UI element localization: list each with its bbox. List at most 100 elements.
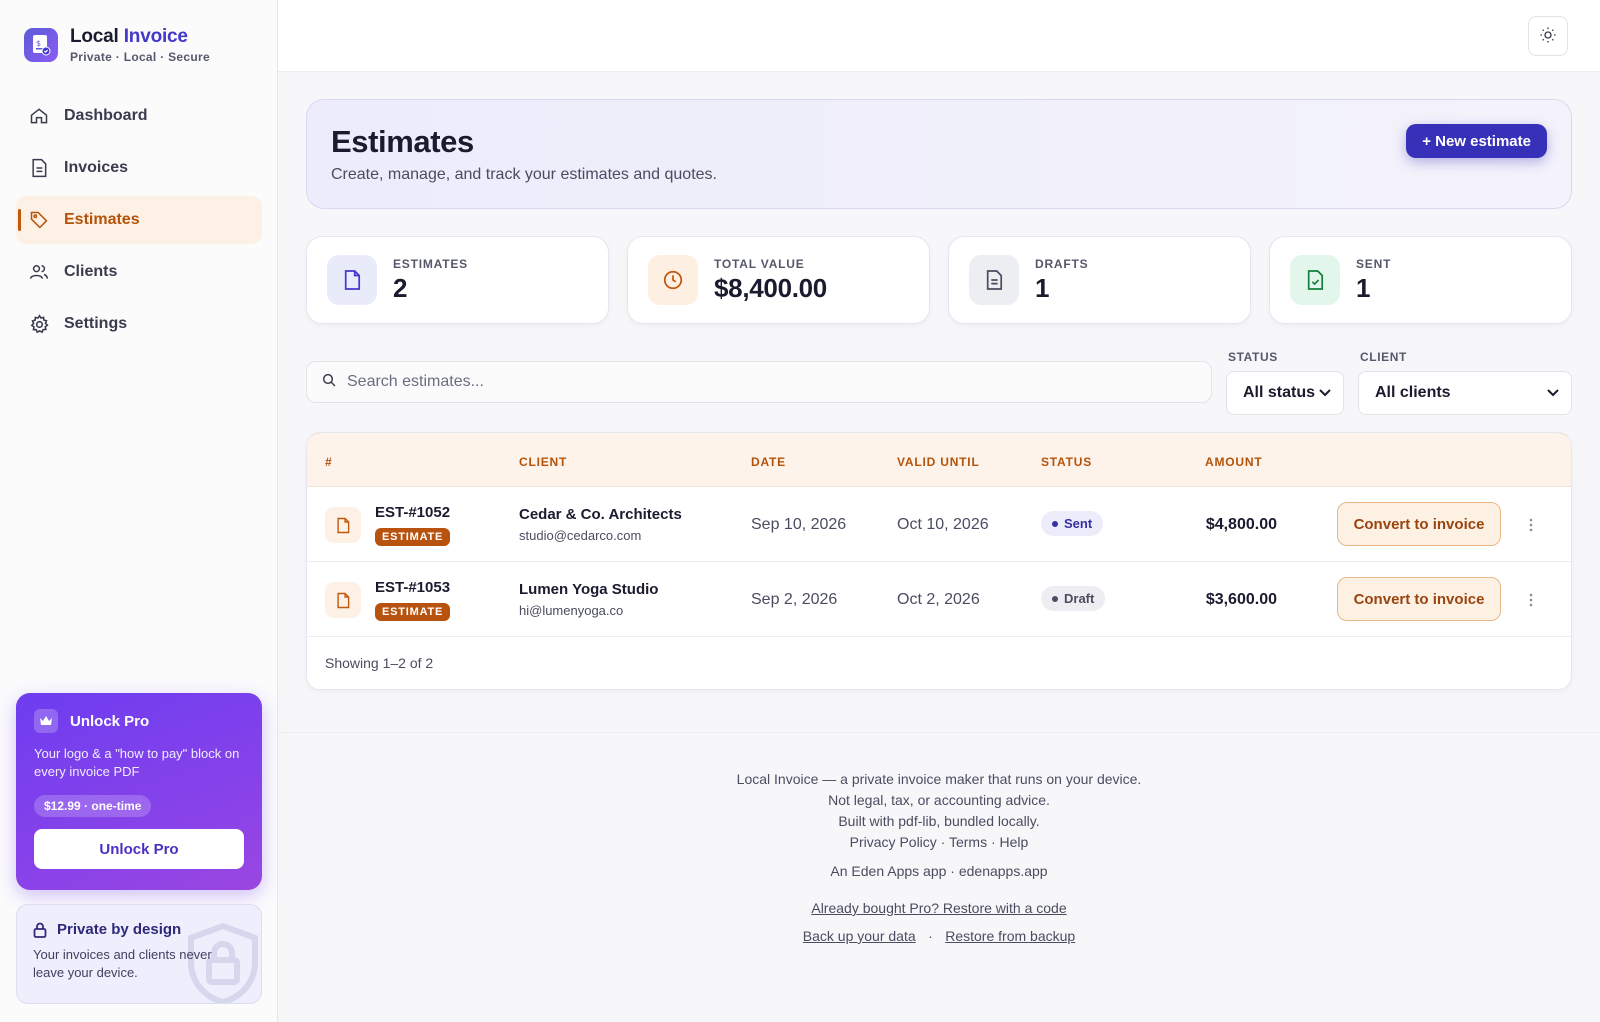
search-box [306,361,1212,403]
crown-icon [34,709,58,733]
restore-with-code-link[interactable]: Already bought Pro? Restore with a code [811,900,1066,916]
estimate-number[interactable]: EST-#1053 [375,579,450,596]
document-icon [327,255,377,305]
document-icon [325,582,361,618]
valid-until-date: Oct 10, 2026 [897,516,989,533]
status-select[interactable]: All status [1226,371,1344,415]
table-row[interactable]: EST-#1052 ESTIMATE Cedar & Co. Architect… [307,487,1571,562]
stat-card-estimates: ESTIMATES 2 [306,236,609,324]
main-nav: Dashboard Invoices Estimates Clients Set… [16,92,262,352]
client-name: Cedar & Co. Architects [519,506,682,523]
pagination-summary: Showing 1–2 of 2 [325,655,434,671]
footer-disclaimer: Not legal, tax, or accounting advice. [828,792,1050,808]
private-title: Private by design [57,921,182,938]
footer-built-with: Built with pdf-lib, bundled locally. [838,813,1040,829]
stat-card-sent: SENT 1 [1269,236,1572,324]
private-by-design-card: Private by design Your invoices and clie… [16,904,262,1004]
theme-toggle-button[interactable] [1528,16,1568,56]
page-header: Estimates Create, manage, and track your… [306,99,1572,209]
more-options-icon[interactable] [1521,586,1541,614]
nav-item-settings[interactable]: Settings [16,300,262,348]
column-header-client[interactable]: CLIENT [519,455,567,469]
clock-icon [648,255,698,305]
column-header-number: # [325,455,333,469]
private-description: Your invoices and clients never leave yo… [33,947,212,980]
convert-to-invoice-button[interactable]: Convert to invoice [1337,502,1501,546]
nav-item-label: Settings [64,315,128,332]
valid-until-date: Oct 2, 2026 [897,591,980,608]
sidebar: $ Local Invoice Private · Local · Secure… [0,0,278,1022]
unlock-pro-button[interactable]: Unlock Pro [34,829,244,869]
estimate-amount: $3,600.00 [1205,591,1277,608]
column-header-date[interactable]: DATE [751,455,786,469]
estimate-amount: $4,800.00 [1205,516,1277,533]
nav-item-dashboard[interactable]: Dashboard [16,92,262,140]
table-header: # CLIENT DATE VALID UNTIL STATUS AMOUNT [307,433,1571,487]
footer-legal-links[interactable]: Privacy Policy · Terms · Help [278,832,1600,853]
estimate-date: Sep 2, 2026 [751,591,838,608]
client-email: studio@cedarco.com [519,528,642,543]
restore-from-backup-link[interactable]: Restore from backup [945,928,1075,944]
status-select-value: All status [1243,384,1316,401]
footer-credit[interactable]: An Eden Apps app · edenapps.app [278,861,1600,882]
svg-text:$: $ [36,39,41,48]
page-title: Estimates [331,124,474,159]
document-check-icon [1290,255,1340,305]
brand-name: Local Invoice [70,26,188,47]
client-select-value: All clients [1375,384,1451,401]
document-icon [28,157,50,179]
estimate-type-badge: ESTIMATE [375,528,451,546]
nav-item-label: Invoices [64,159,129,176]
column-header-valid-until[interactable]: VALID UNTIL [897,455,980,469]
page-subtitle: Create, manage, and track your estimates… [331,166,717,183]
estimate-type-badge: ESTIMATE [375,603,451,621]
stat-value: $8,400.00 [714,272,827,303]
stat-value: 2 [393,272,408,303]
stat-value: 1 [1035,272,1050,303]
column-header-status[interactable]: STATUS [1041,455,1092,469]
chevron-down-icon [1319,384,1331,402]
stat-card-total-value: TOTAL VALUE $8,400.00 [627,236,930,324]
sun-icon [1539,26,1557,47]
chevron-down-icon [1547,384,1559,402]
app-logo-icon: $ [24,28,58,62]
client-name: Lumen Yoga Studio [519,581,659,598]
pro-description: Your logo & a "how to pay" block on ever… [34,746,240,779]
convert-to-invoice-button[interactable]: Convert to invoice [1337,577,1501,621]
nav-item-label: Dashboard [64,107,148,124]
nav-item-estimates[interactable]: Estimates [16,196,262,244]
new-estimate-button[interactable]: + New estimate [1406,124,1547,158]
footer-separator: · [928,928,933,944]
estimate-number[interactable]: EST-#1052 [375,504,450,521]
unlock-pro-card: Unlock Pro Your logo & a "how to pay" bl… [16,693,262,890]
lock-icon [33,922,47,938]
stat-label: SENT [1356,256,1392,271]
stats-row: ESTIMATES 2 TOTAL VALUE $8,400.00 DRAFTS… [306,236,1572,324]
backup-data-link[interactable]: Back up your data [803,928,916,944]
client-select[interactable]: All clients [1358,371,1572,415]
nav-item-label: Clients [64,263,118,280]
brand[interactable]: $ Local Invoice Private · Local · Secure [24,26,210,64]
status-filter: STATUS All status [1226,350,1344,415]
pro-price-badge: $12.99 · one-time [34,795,152,817]
status-badge: Sent [1041,511,1104,536]
nav-item-clients[interactable]: Clients [16,248,262,296]
client-filter-label: CLIENT [1360,350,1407,364]
footer: Local Invoice — a private invoice maker … [278,732,1600,1022]
search-icon [321,372,337,393]
brand-tagline: Private · Local · Secure [70,50,210,64]
pro-title: Unlock Pro [70,712,150,730]
filters-bar: STATUS All status CLIENT All clients [306,350,1572,416]
status-badge: Draft [1041,586,1106,611]
stat-value: 1 [1356,272,1371,303]
status-filter-label: STATUS [1228,350,1278,364]
nav-item-invoices[interactable]: Invoices [16,144,262,192]
column-header-amount[interactable]: AMOUNT [1205,455,1262,469]
client-email: hi@lumenyoga.co [519,603,624,618]
search-input[interactable] [347,373,1167,391]
gear-icon [28,313,50,335]
stat-label: DRAFTS [1035,256,1089,271]
users-icon [28,261,50,283]
table-row[interactable]: EST-#1053 ESTIMATE Lumen Yoga Studio hi@… [307,562,1571,637]
more-options-icon[interactable] [1521,511,1541,539]
